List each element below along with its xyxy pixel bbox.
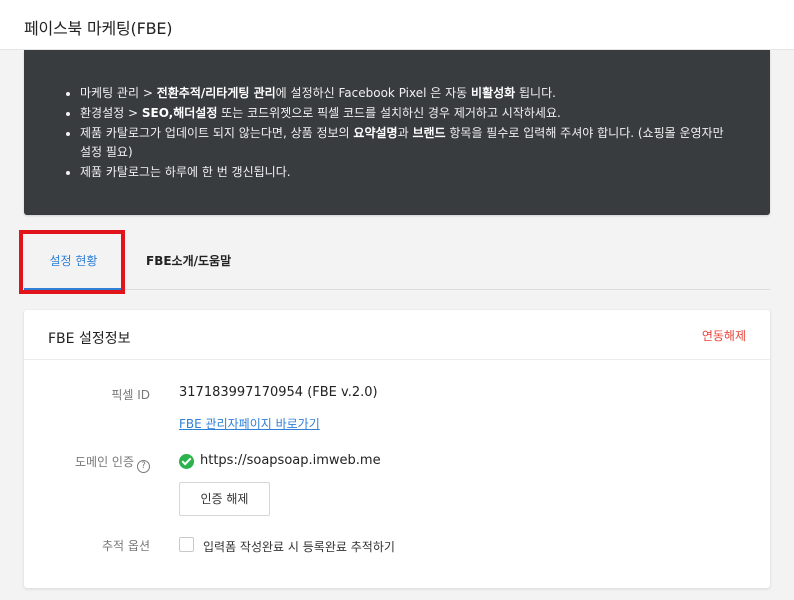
domain-verify-label: 도메인 인증? <box>24 453 150 473</box>
top-bar: 페이스북 마케팅(FBE) <box>0 0 794 50</box>
tab-bar: 설정 현황 FBE소개/도움말 <box>24 231 770 290</box>
notice-item: 환경설정 > SEO,해더설정 또는 코드위젯으로 픽셀 코드를 설치하신 경우… <box>60 104 734 123</box>
tracking-checkbox-label[interactable]: 입력폼 작성완료 시 등록완료 추적하기 <box>203 538 395 555</box>
check-circle-icon <box>179 454 194 469</box>
tab-fbe-help[interactable]: FBE소개/도움말 <box>146 231 231 289</box>
tracking-checkbox[interactable] <box>179 537 194 552</box>
fbe-admin-link[interactable]: FBE 관리자페이지 바로가기 <box>179 415 320 432</box>
fbe-settings-card: FBE 설정정보 연동해제 픽셀 ID 317183997170954 (FBE… <box>24 310 770 588</box>
pixel-id-label: 픽셀 ID <box>111 388 150 402</box>
domain-verify-label-text: 도메인 인증 <box>74 455 134 469</box>
notice-panel: 마케팅 관리 > 전환추적/리타게팅 관리에 설정하신 Facebook Pix… <box>24 50 770 215</box>
domain-value: https://soapsoap.imweb.me <box>200 453 381 468</box>
notice-list: 마케팅 관리 > 전환추적/리타게팅 관리에 설정하신 Facebook Pix… <box>60 84 734 182</box>
tracking-option-label: 추적 옵션 <box>102 539 150 553</box>
pixel-id-value: 317183997170954 (FBE v.2.0) <box>179 385 378 400</box>
help-icon[interactable]: ? <box>137 460 150 473</box>
notice-item: 마케팅 관리 > 전환추적/리타게팅 관리에 설정하신 Facebook Pix… <box>60 84 734 103</box>
unverify-button[interactable]: 인증 해제 <box>179 482 270 516</box>
notice-item: 제품 카탈로그가 업데이트 되지 않는다면, 상품 정보의 요약설명과 브랜드 … <box>60 124 734 162</box>
unlink-button[interactable]: 연동해제 <box>702 327 746 344</box>
card-header: FBE 설정정보 연동해제 <box>24 310 770 360</box>
card-title: FBE 설정정보 <box>48 331 131 347</box>
tab-settings-status[interactable]: 설정 현황 <box>24 231 123 290</box>
page-title: 페이스북 마케팅(FBE) <box>24 19 173 38</box>
notice-item: 제품 카탈로그는 하루에 한 번 갱신됩니다. <box>60 163 734 182</box>
